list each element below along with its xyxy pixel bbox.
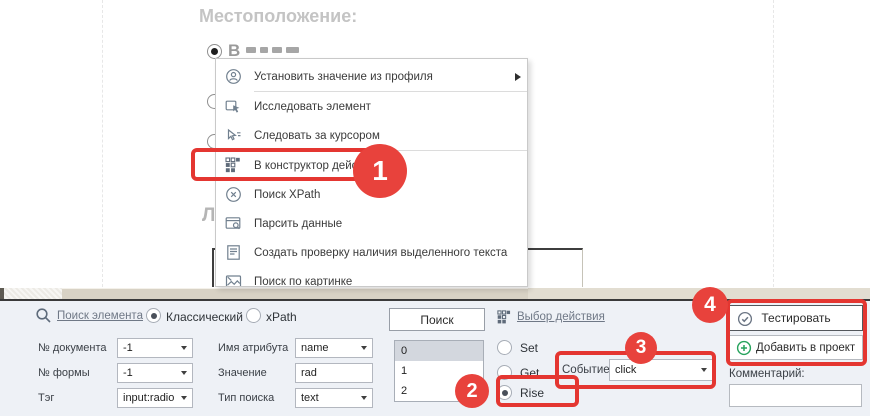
page-radio-selected[interactable] <box>207 44 222 59</box>
event-label: Событие <box>562 364 610 376</box>
action-grid-icon <box>225 157 242 174</box>
mode-xpath-radio[interactable] <box>246 308 261 323</box>
action-get-label: Get <box>520 366 539 380</box>
action-select-link[interactable]: Выбор действия <box>517 311 605 323</box>
action-get-radio[interactable] <box>497 365 512 380</box>
hidden-text-fragment <box>246 47 256 53</box>
chevron-down-icon <box>361 396 367 400</box>
document-lines-icon <box>225 244 242 261</box>
menu-item-label: Следовать за курсором <box>254 130 380 142</box>
check-circle-icon <box>737 311 753 327</box>
submenu-arrow-icon <box>515 73 521 81</box>
search-type-label: Тип поиска <box>218 392 274 404</box>
doc-number-dropdown[interactable]: -1 <box>117 338 193 358</box>
tag-dropdown[interactable]: input:radio <box>117 388 193 408</box>
xpath-circle-icon <box>225 186 242 203</box>
layout-guide <box>102 0 103 287</box>
menu-item-label: Поиск XPath <box>254 189 320 201</box>
follow-cursor-icon <box>225 127 242 144</box>
comment-input[interactable] <box>729 384 862 407</box>
chevron-down-icon <box>181 371 187 375</box>
chevron-down-icon <box>361 346 367 350</box>
annotation-step-3: 3 <box>625 332 657 364</box>
chevron-down-icon <box>181 396 187 400</box>
menu-item-create-text-check[interactable]: Создать проверку наличия выделенного тек… <box>216 238 527 267</box>
annotation-step-1: 1 <box>353 144 407 198</box>
menu-item-label: Парсить данные <box>254 218 342 230</box>
hidden-text-fragment <box>260 47 268 53</box>
horizontal-scrollbar <box>0 287 870 299</box>
form-number-label: № формы <box>38 367 90 379</box>
search-type-dropdown[interactable]: text <box>295 388 373 408</box>
inspect-element-icon <box>225 98 242 115</box>
menu-item-label: Исследовать элемент <box>254 101 371 113</box>
test-button[interactable]: Тестировать <box>729 305 863 331</box>
action-set-label: Set <box>520 341 538 355</box>
page-title: Местоположение: <box>199 6 357 27</box>
value-label: Значение <box>218 367 267 379</box>
menu-item-set-value-from-profile[interactable]: Установить значение из профиля <box>216 62 527 91</box>
plus-circle-icon <box>736 340 752 356</box>
comment-label: Комментарий: <box>729 368 805 380</box>
layout-guide <box>773 0 774 287</box>
action-grid-icon <box>497 310 512 325</box>
screenshot-root: Местоположение: В Л Установить значение … <box>0 0 870 416</box>
menu-item-inspect-element[interactable]: Исследовать элемент <box>216 92 527 121</box>
attr-name-value: name <box>301 342 329 354</box>
chevron-down-icon <box>181 346 187 350</box>
image-search-icon <box>225 273 242 287</box>
parse-data-icon <box>225 215 242 232</box>
action-rise-label: Rise <box>520 386 544 400</box>
add-to-project-button[interactable]: Добавить в проект <box>729 335 863 360</box>
menu-item-label: Поиск по картинке <box>254 276 352 288</box>
action-set-radio[interactable] <box>497 340 512 355</box>
test-button-label: Тестировать <box>761 311 830 325</box>
form-number-value: -1 <box>123 367 133 379</box>
list-item[interactable]: 0 <box>395 341 483 361</box>
tag-label: Тэг <box>38 392 54 404</box>
menu-item-parse-data[interactable]: Парсить данные <box>216 209 527 238</box>
hidden-text-fragment <box>286 47 299 53</box>
mode-xpath-label: xPath <box>266 310 297 324</box>
search-icon <box>35 307 53 325</box>
attr-name-dropdown[interactable]: name <box>295 338 373 358</box>
chevron-down-icon <box>701 368 707 372</box>
tag-value: input:radio <box>123 392 174 404</box>
doc-number-label: № документа <box>38 342 107 354</box>
annotation-step-4: 4 <box>692 287 728 323</box>
search-type-value: text <box>301 392 319 404</box>
add-to-project-label: Добавить в проект <box>756 342 855 354</box>
form-number-dropdown[interactable]: -1 <box>117 363 193 383</box>
event-dropdown[interactable]: click <box>609 359 713 381</box>
attr-name-label: Имя атрибута <box>218 342 288 354</box>
hidden-text-fragment <box>272 47 282 53</box>
doc-number-value: -1 <box>123 342 133 354</box>
action-rise-radio[interactable] <box>497 385 512 400</box>
mode-classic-radio[interactable] <box>146 308 161 323</box>
menu-item-label: Установить значение из профиля <box>254 71 433 83</box>
mode-classic-label: Классический <box>166 310 243 324</box>
profile-icon <box>225 68 242 85</box>
annotation-step-2: 2 <box>455 374 489 408</box>
search-button[interactable]: Поиск <box>389 308 485 331</box>
event-value: click <box>615 364 636 376</box>
menu-item-search-by-image[interactable]: Поиск по картинке <box>216 267 527 287</box>
value-input[interactable] <box>295 363 373 383</box>
menu-item-label: Создать проверку наличия выделенного тек… <box>254 247 507 259</box>
page-heading-partial: Л <box>202 205 215 227</box>
element-search-link[interactable]: Поиск элемента <box>57 310 143 322</box>
